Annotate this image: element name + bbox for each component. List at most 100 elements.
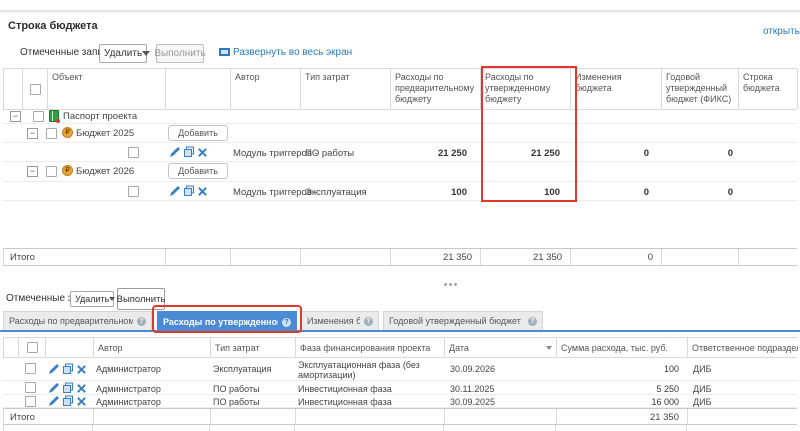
department-link[interactable]: ДИБ — [693, 397, 711, 407]
copy-icon[interactable] — [183, 146, 195, 158]
detail-totals-row: Итого 21 350 — [3, 408, 797, 425]
copy-icon[interactable] — [62, 363, 74, 375]
line-prelim-value: 100 — [390, 187, 470, 198]
row-checkbox[interactable] — [128, 147, 139, 158]
execute-button[interactable]: Выполнить — [156, 44, 204, 63]
action-select[interactable]: Удалить — [99, 44, 147, 63]
project-link[interactable]: Паспорт проекта — [63, 111, 137, 122]
line-approved-value: 21 250 — [480, 148, 563, 159]
select-all-checkbox[interactable] — [30, 84, 41, 95]
open-link[interactable]: открыть — [763, 26, 800, 37]
edit-pencil-icon[interactable] — [169, 185, 181, 197]
budget-line-screen: Строка бюджета открыть Отмеченные записи… — [0, 0, 800, 431]
edit-pencil-icon[interactable] — [48, 395, 60, 407]
select-all-checkbox[interactable] — [27, 342, 38, 353]
detail-row: Администратор ПО работы Инвестиционная ф… — [3, 381, 797, 395]
collapse-icon[interactable]: − — [10, 111, 21, 122]
line-cost-type: Эксплуатация — [305, 187, 367, 198]
row-checkbox[interactable] — [33, 111, 44, 122]
line-changes-value: 0 — [570, 148, 652, 159]
totals-prelim: 21 350 — [391, 249, 481, 265]
row-checkbox[interactable] — [25, 382, 36, 393]
col-author: Автор — [231, 69, 301, 109]
collapse-icon[interactable]: − — [27, 166, 38, 177]
totals-label: Итого — [4, 249, 166, 265]
copy-icon[interactable] — [62, 395, 74, 407]
budget-2025-link[interactable]: Бюджет 2025 — [76, 128, 134, 139]
totals-changes: 0 — [571, 249, 662, 265]
help-icon[interactable]: ? — [364, 317, 373, 326]
col-cost-type: Тип затрат — [301, 69, 391, 109]
tab-budget-changes[interactable]: Изменения бюджета ? — [301, 311, 379, 330]
collapse-icon[interactable]: − — [27, 128, 38, 139]
delete-x-icon[interactable] — [76, 396, 87, 407]
edit-pencil-icon[interactable] — [48, 363, 60, 375]
delete-x-icon[interactable] — [76, 364, 87, 375]
col-approved: Расходы по утвержденному бюджету — [481, 69, 571, 109]
cell-phase: Эксплуатационная фаза (без амортизации) — [298, 360, 443, 380]
help-icon[interactable]: ? — [528, 317, 537, 326]
fullscreen-icon — [219, 48, 230, 56]
tabs-underline — [0, 330, 800, 332]
splitter-handle[interactable] — [444, 283, 457, 286]
row-checkbox[interactable] — [25, 363, 36, 374]
col-date-sortable[interactable]: Дата — [445, 338, 557, 357]
tab-fixed-budget[interactable]: Годовой утвержденный бюджет (ФИКС) ? — [383, 311, 543, 330]
line-approved-value: 100 — [480, 187, 563, 198]
fullscreen-link[interactable]: Развернуть во весь экран — [233, 47, 352, 58]
tab-approved-budget[interactable]: Расходы по утвержденному бюджету ? — [157, 311, 297, 332]
add-button[interactable]: Добавить — [168, 125, 228, 141]
cell-amount: 100 — [556, 364, 679, 374]
edit-pencil-icon[interactable] — [169, 146, 181, 158]
line-cost-type: ПО работы — [305, 148, 354, 159]
delete-x-icon[interactable] — [197, 186, 208, 197]
detail-table-header: Автор Тип затрат Фаза финансирования про… — [3, 337, 797, 358]
totals-approved: 21 350 — [481, 249, 571, 265]
cell-author: Администратор — [96, 364, 161, 374]
caret-down-icon — [109, 297, 115, 301]
action-select-value: Удалить — [75, 294, 109, 304]
row-actions — [48, 363, 87, 375]
tab-prelim-budget[interactable]: Расходы по предварительному бюджету ? — [3, 311, 152, 330]
row-checkbox[interactable] — [46, 128, 57, 139]
execute-button[interactable]: Выполнить — [117, 288, 165, 310]
budget-2026-link[interactable]: Бюджет 2026 — [76, 166, 134, 177]
col-department: Ответственное подразделение ЦО — [688, 338, 798, 357]
row-checkbox[interactable] — [128, 186, 139, 197]
col-amount: Сумма расхода, тыс. руб. — [557, 338, 688, 357]
line-changes-value: 0 — [570, 187, 652, 198]
copy-icon[interactable] — [62, 382, 74, 394]
partial-row — [3, 425, 797, 431]
top-divider — [0, 10, 800, 13]
cell-amount: 5 250 — [556, 384, 679, 394]
action-select[interactable]: Удалить — [70, 291, 114, 307]
cell-phase: Инвестиционная фаза — [298, 384, 443, 394]
help-icon[interactable]: ? — [137, 317, 146, 326]
copy-icon[interactable] — [183, 185, 195, 197]
row-line-2026: Модуль триггеров - Эксплуатация 100 100 … — [3, 182, 797, 201]
col-changes: Изменения бюджета — [571, 69, 662, 109]
add-button[interactable]: Добавить — [168, 163, 228, 179]
totals-amount: 21 350 — [557, 409, 688, 424]
row-budget-2026: − ₽ Бюджет 2026 Добавить — [3, 162, 797, 182]
caret-down-icon — [142, 51, 150, 56]
row-actions — [48, 382, 87, 394]
row-checkbox[interactable] — [46, 166, 57, 177]
totals-label: Итого — [4, 409, 94, 424]
row-budget-2025: − ₽ Бюджет 2025 Добавить — [3, 124, 797, 143]
department-link[interactable]: ДИБ — [693, 364, 711, 374]
col-actions — [166, 69, 231, 109]
edit-pencil-icon[interactable] — [48, 382, 60, 394]
department-link[interactable]: ДИБ — [693, 384, 711, 394]
row-checkbox[interactable] — [25, 396, 36, 407]
help-icon[interactable]: ? — [282, 318, 291, 327]
delete-x-icon[interactable] — [76, 383, 87, 394]
col-budget-line: Строка бюджета — [739, 69, 798, 109]
row-actions — [169, 146, 208, 158]
detail-row: Администратор ПО работы Инвестиционная ф… — [3, 395, 797, 408]
main-totals-row: Итого 21 350 21 350 0 — [3, 248, 797, 266]
sort-desc-icon — [546, 346, 552, 350]
col-phase: Фаза финансирования проекта — [296, 338, 445, 357]
cell-phase: Инвестиционная фаза — [298, 397, 443, 407]
delete-x-icon[interactable] — [197, 147, 208, 158]
